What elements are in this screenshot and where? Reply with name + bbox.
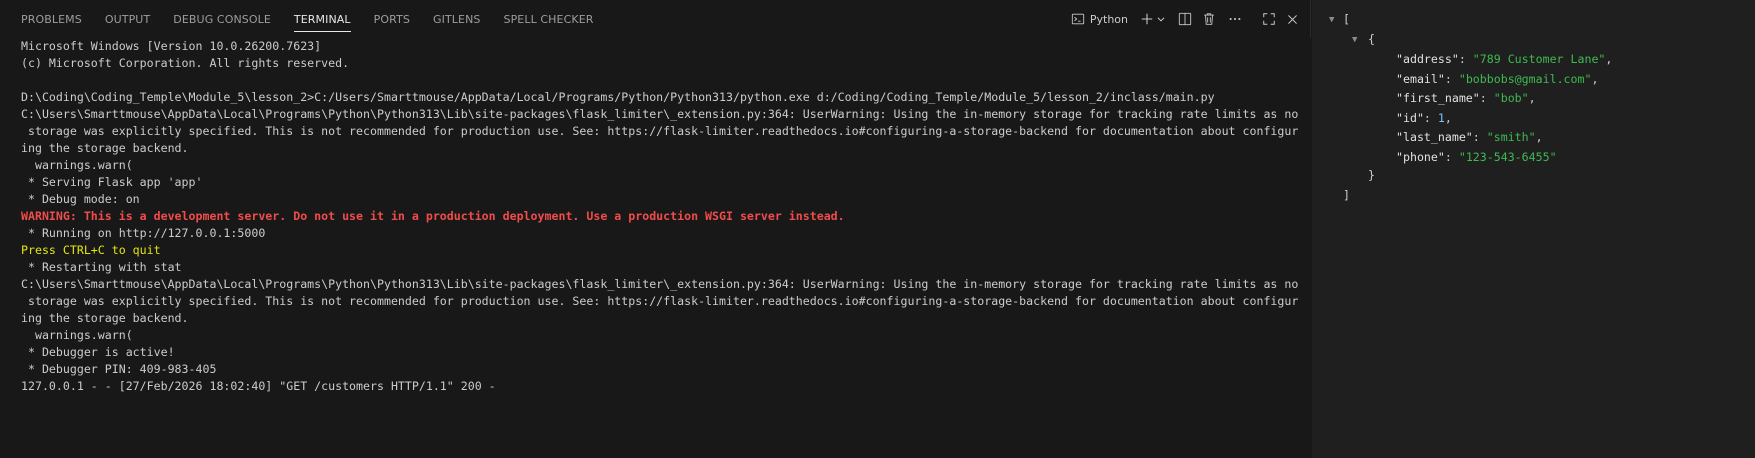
json-key: "address" — [1396, 52, 1459, 66]
terminal-scrollbar[interactable] — [1303, 38, 1311, 458]
json-entry: "email": "bobbobs@gmail.com", — [1396, 69, 1598, 89]
terminal-line: warnings.warn( — [21, 158, 133, 172]
launch-profile-dropdown[interactable] — [1156, 8, 1166, 30]
tab-output[interactable]: OUTPUT — [105, 0, 150, 38]
terminal-line: 127.0.0.1 - - [27/Feb/2026 18:02:40] "GE… — [21, 379, 496, 393]
maximize-icon — [1262, 12, 1276, 26]
kill-terminal-button[interactable] — [1202, 8, 1216, 30]
terminal-line: * Debug mode: on — [21, 192, 140, 206]
terminal-line: warnings.warn( — [21, 328, 133, 342]
terminal-line: C:\Users\Smarttmouse\AppData\Local\Progr… — [21, 277, 1299, 291]
json-entry: "first_name": "bob", — [1396, 88, 1536, 108]
chevron-down-icon — [1156, 14, 1166, 24]
json-comma: , — [1535, 130, 1543, 144]
terminal-line: Press CTRL+C to quit — [21, 243, 161, 257]
caret-down-icon[interactable]: ▼ — [1329, 15, 1334, 25]
terminal-panel: PROBLEMS OUTPUT DEBUG CONSOLE TERMINAL P… — [0, 0, 1311, 458]
json-open-brace: { — [1368, 32, 1375, 46]
plus-icon — [1140, 12, 1154, 26]
terminal-icon — [1071, 12, 1085, 26]
terminal-line: ing the storage backend. — [21, 311, 189, 325]
json-close-brace: } — [1368, 168, 1375, 182]
terminal-line: WARNING: This is a development server. D… — [21, 209, 845, 223]
json-value: 1 — [1437, 110, 1445, 125]
json-value: "bobbobs@gmail.com" — [1458, 71, 1592, 86]
json-comma: , — [1605, 52, 1613, 66]
json-key: "id" — [1396, 110, 1424, 125]
tab-spell-checker[interactable]: SPELL CHECKER — [503, 0, 593, 38]
panel-tab-bar: PROBLEMS OUTPUT DEBUG CONSOLE TERMINAL P… — [0, 0, 1311, 38]
terminal-line: * Running on http://127.0.0.1:5000 — [21, 226, 266, 240]
more-icon — [1228, 12, 1242, 26]
split-terminal-button[interactable] — [1178, 8, 1192, 30]
terminal-line: D:\Coding\Coding_Temple\Module_5\lesson_… — [21, 90, 1215, 104]
tab-problems[interactable]: PROBLEMS — [21, 0, 82, 38]
json-comma: , — [1444, 110, 1452, 125]
terminal-line: * Debugger PIN: 409-983-405 — [21, 362, 217, 376]
tab-debug-console[interactable]: DEBUG CONSOLE — [173, 0, 271, 38]
terminal-line: * Debugger is active! — [21, 345, 175, 359]
shell-label: Python — [1089, 12, 1128, 26]
terminal-profile-button[interactable]: Python — [1071, 8, 1128, 30]
json-colon: : — [1472, 130, 1487, 144]
terminal-line: * Restarting with stat — [21, 260, 182, 274]
json-key: "first_name" — [1396, 91, 1480, 105]
json-colon: : — [1444, 71, 1459, 86]
caret-down-icon[interactable]: ▼ — [1352, 35, 1357, 45]
json-colon: : — [1444, 149, 1459, 164]
json-close-bracket: ] — [1343, 188, 1350, 202]
panel-actions: Python — [1071, 0, 1311, 38]
panel-tabs: PROBLEMS OUTPUT DEBUG CONSOLE TERMINAL P… — [0, 0, 617, 38]
json-value: "789 Customer Lane" — [1472, 52, 1606, 66]
json-value: "123-543-6455" — [1458, 149, 1557, 164]
more-actions-button[interactable] — [1228, 8, 1242, 30]
json-entry: "id": 1, — [1396, 108, 1452, 128]
json-value: "bob" — [1493, 91, 1529, 105]
split-icon — [1178, 12, 1192, 26]
terminal-line: (c) Microsoft Corporation. All rights re… — [21, 56, 350, 70]
json-entry: "phone": "123-543-6455" — [1396, 147, 1557, 167]
json-entry: "last_name": "smith", — [1396, 127, 1543, 147]
json-comma: , — [1591, 71, 1599, 86]
json-value: "smith" — [1486, 130, 1536, 144]
terminal-line: ing the storage backend. — [21, 141, 189, 155]
trash-icon — [1202, 12, 1216, 26]
json-key: "email" — [1396, 71, 1445, 86]
json-key: "last_name" — [1396, 130, 1473, 144]
terminal-line: storage was explicitly specified. This i… — [21, 294, 1299, 308]
terminal-line: C:\Users\Smarttmouse\AppData\Local\Progr… — [21, 107, 1299, 121]
json-response-viewer: ▼ [ ▼ { "address": "789 Customer Lane", "… — [1312, 0, 1755, 458]
close-icon — [1286, 13, 1299, 26]
terminal-line: Microsoft Windows [Version 10.0.26200.76… — [21, 39, 322, 53]
tab-ports[interactable]: PORTS — [374, 0, 410, 38]
json-colon: : — [1423, 110, 1438, 125]
close-panel-button[interactable] — [1286, 8, 1299, 30]
json-colon: : — [1458, 52, 1473, 66]
json-open-bracket: [ — [1343, 12, 1350, 26]
maximize-panel-button[interactable] — [1262, 8, 1276, 30]
json-key: "phone" — [1396, 149, 1445, 164]
json-colon: : — [1479, 91, 1494, 105]
tab-gitlens[interactable]: GITLENS — [433, 0, 480, 38]
json-comma: , — [1528, 91, 1536, 105]
new-terminal-button[interactable] — [1140, 8, 1154, 30]
terminal-output[interactable]: Microsoft Windows [Version 10.0.26200.76… — [21, 38, 1303, 458]
tab-terminal[interactable]: TERMINAL — [293, 0, 351, 38]
terminal-line: storage was explicitly specified. This i… — [21, 124, 1299, 138]
json-entry: "address": "789 Customer Lane", — [1396, 49, 1612, 69]
terminal-line: * Serving Flask app 'app' — [21, 175, 203, 189]
